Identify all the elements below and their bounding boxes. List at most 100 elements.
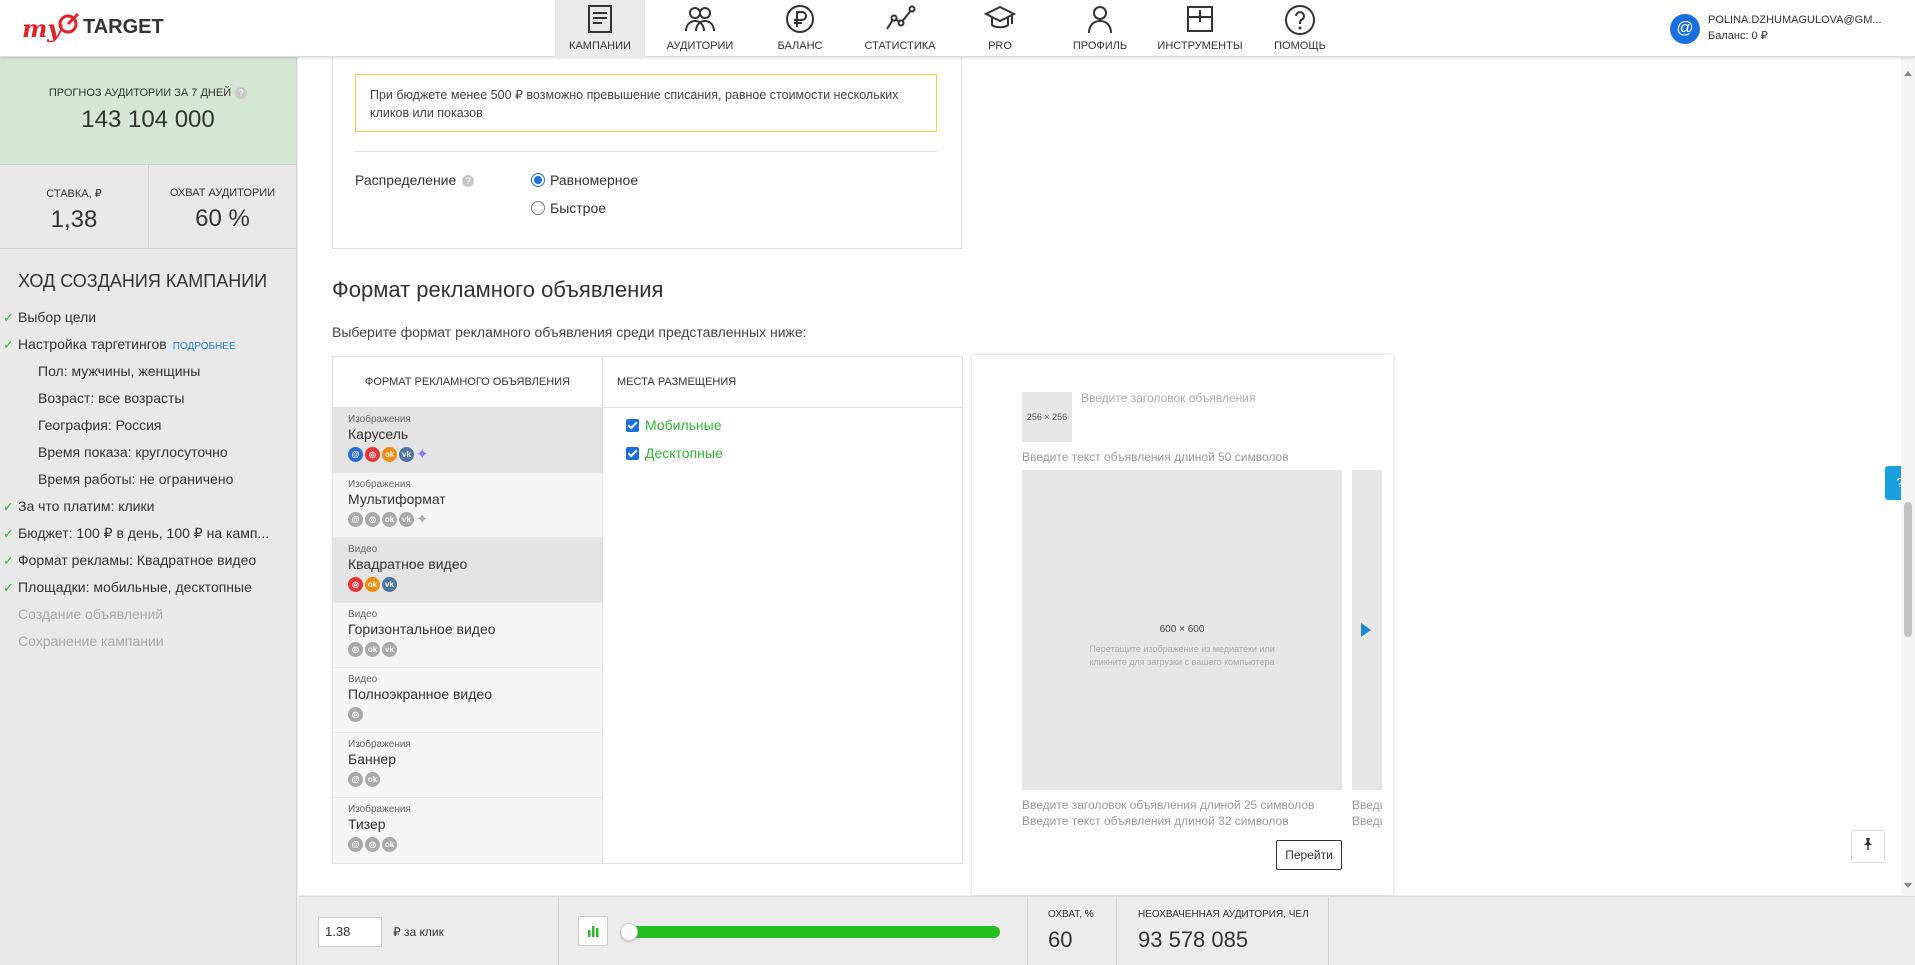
uncovered-value: 93 578 085 <box>1138 927 1249 952</box>
chart-button[interactable] <box>578 916 608 946</box>
radio-checked-icon <box>531 173 545 187</box>
nav-pro[interactable]: PRO <box>955 0 1045 57</box>
bid-unit-label: ₽ за клик <box>393 925 444 939</box>
preview-thumbnail[interactable]: 256 × 256 <box>1022 392 1072 442</box>
slide-title-input[interactable]: Введите заголовок объявления длиной 25 с… <box>1022 798 1314 812</box>
profile-icon <box>1088 6 1112 34</box>
preview-headline[interactable]: Введите заголовок объявления <box>1081 391 1256 405</box>
targeting-more-link[interactable]: подробнее <box>173 341 236 352</box>
mytarget-icon: ◎ <box>365 837 380 852</box>
divider <box>355 151 937 152</box>
next-slide-text[interactable]: Введите текст <box>1352 814 1382 828</box>
step-payment[interactable]: ✓ За что платим: клики <box>0 493 290 520</box>
step-detail-runtime: Время работы: не ограничено <box>38 471 234 487</box>
reach-stat-value: 60 % <box>195 205 250 232</box>
ok-icon: ok <box>365 772 380 787</box>
bid-input[interactable]: 1.38 <box>318 917 382 947</box>
mailru-icon: @ <box>348 837 363 852</box>
coverage-value: 60 <box>1048 927 1073 952</box>
bar-chart-icon <box>588 926 599 937</box>
progress-title: Ход создания кампании <box>18 271 268 291</box>
preview-image-dropzone[interactable]: 600 × 600 Перетащите изображение из меди… <box>1022 470 1342 790</box>
mytarget-logo[interactable]: my TARGET <box>22 10 172 50</box>
vk-icon: vk <box>382 577 397 592</box>
format-item-square-video[interactable]: Видео Квадратное видео ◎ ok vk <box>333 538 602 603</box>
step-budget[interactable]: ✓ Бюджет: 100 ₽ в день, 100 ₽ на камп... <box>0 520 290 547</box>
format-list: Формат рекламного объявления Изображения… <box>333 357 603 863</box>
reach-slider-track[interactable] <box>628 926 1000 938</box>
mailru-icon: @ <box>348 512 363 527</box>
format-item-teaser[interactable]: Изображения Тизер @ ◎ ok <box>333 798 602 863</box>
mytarget-icon: ◎ <box>348 642 363 657</box>
scroll-down-icon[interactable] <box>1904 883 1912 888</box>
campaigns-icon <box>588 5 612 33</box>
user-menu[interactable]: @ POLINA.DZHUMAGULOVA@GM... Баланс: 0 ₽ <box>1670 12 1890 46</box>
format-item-banner[interactable]: Изображения Баннер @ ok <box>333 733 602 798</box>
bid-bar: 1.38 ₽ за клик Охват, % 60 Неохваченная … <box>298 896 1915 965</box>
radio-uniform[interactable]: Равномерное <box>531 172 638 188</box>
step-detail-age: Возраст: все возрасты <box>38 390 185 406</box>
reach-stat: Охват аудитории 60 % <box>148 165 296 249</box>
go-button[interactable]: Перейти <box>1276 840 1342 870</box>
mytarget-icon: ◎ <box>348 707 363 722</box>
image-upload-hint: Перетащите изображение из медиатеки или … <box>1089 644 1275 667</box>
step-format[interactable]: ✓ Формат рекламы: Квадратное видео <box>0 547 290 574</box>
user-balance: Баланс: 0 ₽ <box>1708 30 1768 42</box>
step-targeting[interactable]: ✓ Настройка таргетингов подробнее <box>0 331 290 358</box>
mytarget-icon: ◎ <box>348 577 363 592</box>
step-goal[interactable]: ✓ Выбор цели <box>0 304 290 331</box>
format-item-fullscreen-video[interactable]: Видео Полноэкранное видео ◎ <box>333 668 602 733</box>
reach-slider-handle[interactable] <box>620 923 638 941</box>
preview-text[interactable]: Введите текст объявления длиной 50 симво… <box>1022 450 1289 464</box>
step-detail-schedule: Время показа: круглосуточно <box>38 444 228 460</box>
scroll-thumb[interactable] <box>1904 502 1912 637</box>
campaign-sidebar: Прогноз аудитории за 7 дней? 143 104 000… <box>0 57 297 965</box>
format-description: Выберите формат рекламного объявления ср… <box>332 324 807 340</box>
mailru-icon: @ <box>348 772 363 787</box>
stats-icon <box>886 5 916 30</box>
ok-icon: ok <box>382 837 397 852</box>
nav-balance[interactable]: Баланс <box>755 0 845 57</box>
help-icon <box>1285 5 1315 35</box>
slide-text-input[interactable]: Введите текст объявления длиной 32 симво… <box>1022 814 1289 828</box>
coverage-label: Охват, % <box>1048 909 1094 920</box>
nav-statistics[interactable]: Статистика <box>855 0 945 57</box>
forecast-help-icon[interactable]: ? <box>235 87 248 99</box>
audiences-icon <box>685 7 715 32</box>
format-selector: Формат рекламного объявления Изображения… <box>332 356 963 864</box>
sidebar-stats: Ставка, ₽ 1,38 Охват аудитории 60 % <box>0 164 296 249</box>
ok-icon: ok <box>365 642 380 657</box>
top-header: my TARGET Кампании Аудитории Баланс Стат… <box>0 0 1915 57</box>
check-icon: ✓ <box>3 553 14 568</box>
step-placements[interactable]: ✓ Площадки: мобильные, десктопные <box>0 574 290 601</box>
check-icon: ✓ <box>3 337 14 352</box>
mytarget-icon: ◎ <box>365 447 380 462</box>
format-item-multiformat[interactable]: Изображения Мультиформат @ ◎ ok vk ✦ <box>333 473 602 538</box>
check-icon: ✓ <box>3 526 14 541</box>
nav-tools[interactable]: Инструменты <box>1155 0 1245 57</box>
page-scrollbar[interactable] <box>1901 57 1915 895</box>
distribution-help-icon[interactable]: ? <box>462 175 475 187</box>
pin-icon[interactable] <box>1851 830 1885 863</box>
format-item-carousel[interactable]: Изображения Карусель @ ◎ ok vk ✦ <box>333 408 602 473</box>
nav-campaigns[interactable]: Кампании <box>555 0 645 57</box>
nav-help[interactable]: Помощь <box>1255 0 1345 57</box>
radio-fast[interactable]: Быстрое <box>531 200 606 216</box>
bid-stat-value: 1,38 <box>50 206 98 233</box>
format-title: Формат рекламного объявления <box>332 277 664 302</box>
next-slide-title[interactable]: Введите заголовок <box>1352 798 1382 812</box>
sparkle-icon: ✦ <box>416 446 429 463</box>
forecast-label: Прогноз аудитории за 7 дней <box>48 87 232 99</box>
nav-audiences[interactable]: Аудитории <box>655 0 745 57</box>
placements-header: Места размещения <box>604 357 962 408</box>
placements-panel: Места размещения Мобильные Десктопные <box>604 357 962 863</box>
placement-mobile-checkbox[interactable]: Мобильные <box>626 417 722 433</box>
nav-profile[interactable]: Профиль <box>1055 0 1145 57</box>
placement-desktop-checkbox[interactable]: Десктопные <box>626 445 723 461</box>
ok-icon: ok <box>365 577 380 592</box>
scroll-up-icon[interactable] <box>1904 71 1912 76</box>
logo-target-icon <box>58 12 80 34</box>
format-item-horizontal-video[interactable]: Видео Горизонтальное видео ◎ ok vk <box>333 603 602 668</box>
next-slide-arrow-icon[interactable] <box>1361 623 1371 637</box>
sparkle-icon: ✦ <box>416 511 429 528</box>
